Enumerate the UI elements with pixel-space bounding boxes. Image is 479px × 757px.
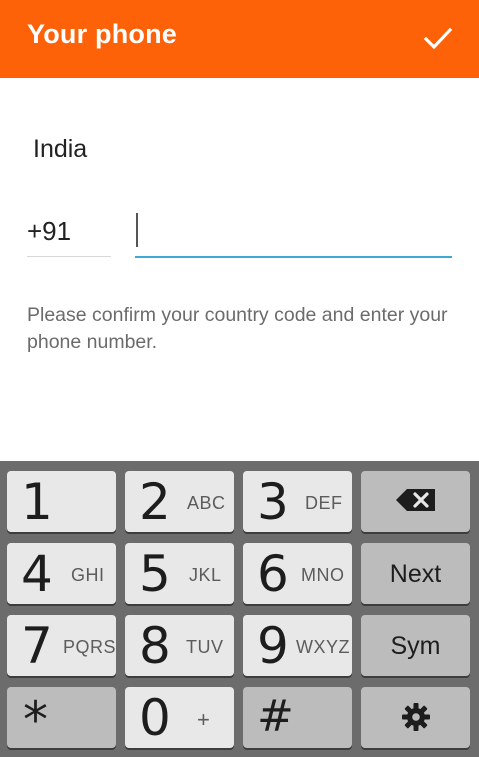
confirm-button[interactable]: [415, 16, 461, 62]
key-label: Sym: [390, 632, 441, 660]
key-letters: DEF: [305, 493, 343, 513]
key-digit: 9: [257, 617, 289, 675]
key-digit: 2: [139, 473, 171, 531]
key-digit: *: [23, 691, 48, 749]
key-letters: ABC: [187, 493, 226, 513]
country-code-field[interactable]: +91: [27, 207, 111, 257]
key-digit: #: [257, 691, 294, 742]
key-3[interactable]: 3 DEF: [243, 471, 352, 532]
key-digit: 6: [257, 545, 289, 603]
key-5[interactable]: 5 JKL: [125, 543, 234, 604]
key-hash[interactable]: #: [243, 687, 352, 748]
next-key[interactable]: Next: [361, 543, 470, 604]
key-digit: 4: [21, 545, 53, 603]
sym-key[interactable]: Sym: [361, 615, 470, 676]
country-selector[interactable]: India: [33, 135, 87, 164]
settings-key[interactable]: [361, 687, 470, 748]
country-code-value: +91: [27, 216, 72, 246]
key-7[interactable]: 7 PQRS: [7, 615, 116, 676]
key-letters: PQRS: [63, 637, 117, 657]
key-letters: GHI: [71, 565, 105, 585]
key-letters: TUV: [186, 637, 224, 657]
key-letters: MNO: [301, 565, 345, 585]
key-2[interactable]: 2 ABC: [125, 471, 234, 532]
key-4[interactable]: 4 GHI: [7, 543, 116, 604]
key-digit: 8: [139, 617, 171, 675]
text-cursor: [136, 213, 138, 247]
key-letters: +: [197, 707, 211, 732]
key-label: Next: [389, 560, 442, 588]
key-letters: JKL: [189, 565, 222, 585]
key-digit: 3: [257, 473, 289, 531]
numeric-keyboard: 1 2 ABC 3 DEF 4 GHI 5 JKL 6 MNO Next 7 P…: [0, 461, 479, 757]
checkmark-icon: [423, 27, 453, 50]
key-6[interactable]: 6 MNO: [243, 543, 352, 604]
phone-number-field[interactable]: [135, 207, 452, 258]
key-letters: WXYZ: [296, 637, 350, 657]
backspace-icon: [396, 489, 435, 511]
phone-number-input[interactable]: [139, 213, 443, 249]
key-digit: 7: [21, 617, 53, 675]
key-1[interactable]: 1: [7, 471, 116, 532]
settings-icon: [402, 703, 430, 731]
key-digit: 5: [139, 545, 171, 603]
key-9[interactable]: 9 WXYZ: [243, 615, 352, 676]
key-8[interactable]: 8 TUV: [125, 615, 234, 676]
key-digit: 0: [139, 689, 171, 747]
page-title: Your phone: [27, 19, 177, 49]
key-digit: 1: [21, 473, 53, 531]
key-asterisk[interactable]: *: [7, 687, 116, 748]
backspace-key[interactable]: [361, 471, 470, 532]
key-0[interactable]: 0 +: [125, 687, 234, 748]
app-bar: Your phone: [0, 0, 479, 78]
instruction-text: Please confirm your country code and ent…: [27, 304, 448, 353]
